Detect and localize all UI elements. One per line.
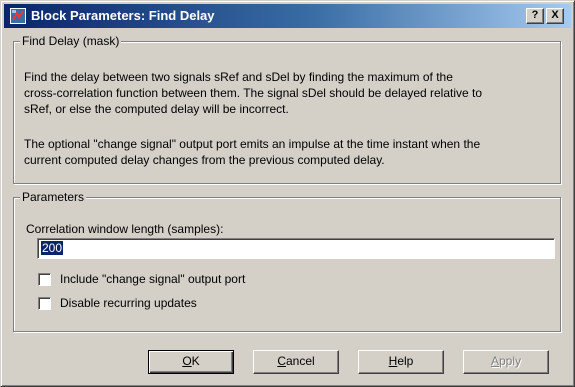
disable-recurring-updates-checkbox[interactable] [38,296,51,310]
close-title-button[interactable]: X [546,8,564,24]
parameters-group: Parameters [13,189,561,332]
description-line: current computed delay changes from the … [24,153,385,167]
disable-recurring-updates-label: Disable recurring updates [60,296,197,310]
help-title-button[interactable]: ? [526,8,544,24]
apply-label-rest: pply [499,354,522,368]
ok-label-rest: K [191,354,200,368]
include-change-signal-option[interactable]: Include "change signal" output port [38,271,245,287]
title-bar[interactable]: Block Parameters: Find Delay ? X [4,4,571,28]
cancel-label-rest: ancel [285,354,315,368]
correlation-window-value: 200 [41,241,64,255]
include-change-signal-checkbox[interactable] [38,272,51,286]
apply-button[interactable]: Apply [463,350,549,374]
cancel-button[interactable]: Cancel [253,350,339,374]
correlation-window-label: Correlation window length (samples): [26,222,224,236]
apply-mnemonic: A [490,354,499,368]
ok-button[interactable]: OK [148,350,234,374]
simulink-block-icon [10,8,26,24]
cancel-mnemonic: C [277,354,286,368]
help-label-rest: elp [397,354,414,368]
description-line: cross-correlation function between them.… [24,86,483,100]
parameters-group-legend: Parameters [20,189,87,205]
dialog-window: Block Parameters: Find Delay ? X Find De… [0,0,575,387]
window-title: Block Parameters: Find Delay [31,8,215,23]
mask-group-legend: Find Delay (mask) [20,33,122,49]
include-change-signal-label: Include "change signal" output port [60,272,246,286]
ok-mnemonic: O [182,354,192,368]
mask-description-paragraph-2: The optional "change signal" output port… [24,136,556,168]
disable-recurring-updates-option[interactable]: Disable recurring updates [38,295,197,311]
help-button[interactable]: Help [358,350,444,374]
description-line: The optional "change signal" output port… [24,137,481,151]
correlation-window-input[interactable]: 200 [37,238,555,259]
mask-description-paragraph-1: Find the delay between two signals sRef … [24,69,556,117]
description-line: sRef, or else the computed delay will be… [24,102,289,116]
description-line: Find the delay between two signals sRef … [24,70,453,84]
